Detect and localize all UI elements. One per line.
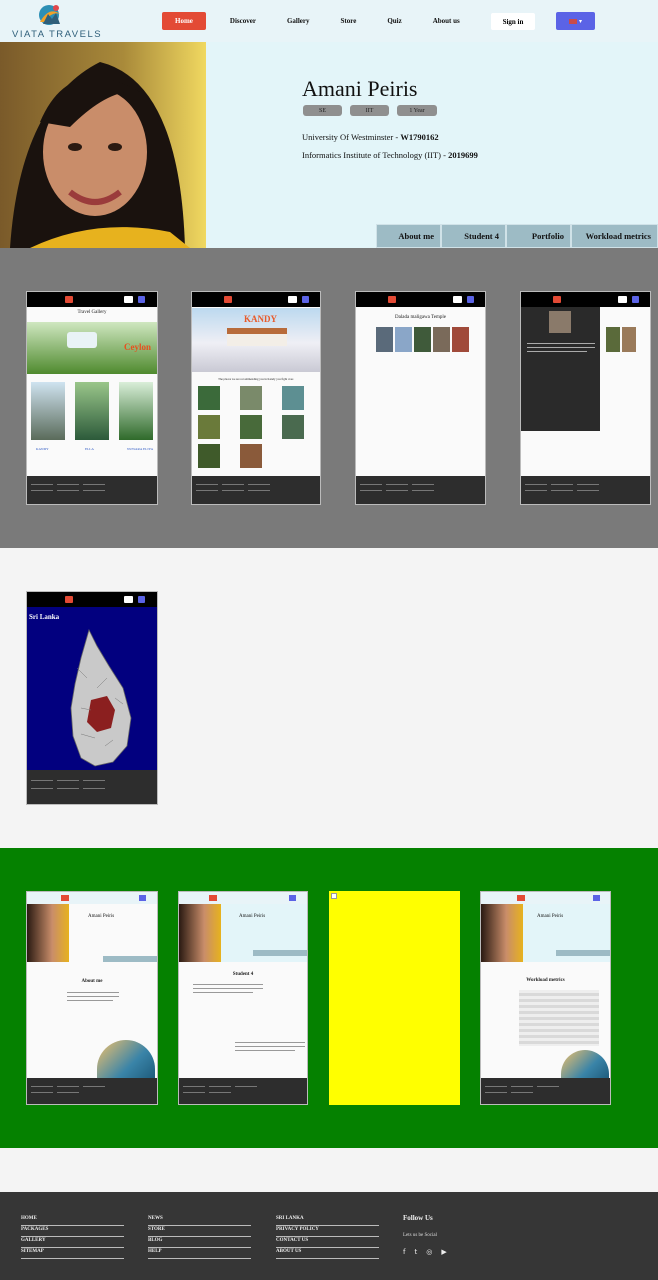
nav-gallery[interactable]: Gallery — [287, 17, 310, 25]
thumb-caption-nuwara: NUWARA ELIYA — [127, 447, 154, 451]
thumbnail-temple[interactable]: Dalada maligawa Temple — [355, 291, 486, 505]
brand-logo[interactable]: VIATA TRAVELS — [6, 2, 101, 40]
footer-link-about[interactable]: ABOUT US — [276, 1248, 379, 1259]
thumb-caption-kandy: KANDY — [36, 447, 49, 451]
thumbnail-about-me[interactable]: Amani Peiris About me — [26, 891, 158, 1105]
youtube-icon[interactable]: ▶ — [441, 1248, 446, 1256]
facebook-icon[interactable]: f — [403, 1248, 405, 1256]
thumbnail-student-4[interactable]: Amani Peiris Student 4 — [178, 891, 308, 1105]
thumbnail-kandy[interactable]: KANDY The places we are recommending you… — [191, 291, 321, 505]
nav-menu: Home Discover Gallery Store Quiz About u… — [162, 12, 491, 30]
thumb-gallery-banner: Ceylon — [27, 322, 157, 374]
university-id: W1790162 — [400, 132, 439, 142]
thumb-metrics-table — [519, 990, 599, 1046]
footer-link-sitemap[interactable]: SITEMAP — [21, 1248, 124, 1259]
footer-link-blog[interactable]: BLOG — [148, 1237, 251, 1248]
university-label: University Of Westminster - — [302, 132, 401, 142]
logo-icon — [39, 5, 60, 25]
thumbnail-travel-gallery[interactable]: Travel Gallery Ceylon KANDY ELLA NUWARA … — [26, 291, 158, 505]
footer-link-store[interactable]: STORE — [148, 1226, 251, 1237]
nav-discover[interactable]: Discover — [230, 17, 256, 25]
footer-link-sri-lanka[interactable]: SRI LANKA — [276, 1215, 379, 1226]
tab-workload-metrics[interactable]: Workload metrics — [571, 224, 658, 248]
nav-about-us[interactable]: About us — [433, 17, 460, 25]
nav-quiz[interactable]: Quiz — [387, 17, 401, 25]
university-line: University Of Westminster - W1790162 — [302, 132, 439, 142]
thumb-about-name: Amani Peiris — [88, 914, 115, 919]
tab-portfolio[interactable]: Portfolio — [506, 224, 571, 248]
thumb-map-title: Sri Lanka — [29, 613, 60, 621]
thumbnail-portfolio-broken[interactable] — [329, 891, 460, 1105]
brand-name: VIATA TRAVELS — [12, 29, 103, 40]
follow-us-text: Lets us be Social — [403, 1233, 438, 1238]
footer-link-gallery[interactable]: GALLERY — [21, 1237, 124, 1248]
broken-image-icon — [331, 893, 337, 899]
footer-link-contact[interactable]: CONTACT US — [276, 1237, 379, 1248]
profile-hero: Amani Peiris SE IIT 1 Year University Of… — [0, 42, 658, 248]
thumbnail-workload-metrics[interactable]: Amani Peiris Workload metrics — [480, 891, 611, 1105]
footer-link-news[interactable]: NEWS — [148, 1215, 251, 1226]
tag-year: 1 Year — [397, 105, 437, 116]
footer-column-1: HOME PACKAGES GALLERY SITEMAP — [21, 1215, 124, 1259]
thumb-kandy-banner: KANDY — [192, 308, 320, 372]
footer-column-3: SRI LANKA PRIVACY POLICY CONTACT US ABOU… — [276, 1215, 379, 1259]
footer-column-2: NEWS STORE BLOG HELP — [148, 1215, 251, 1259]
thumbnail-temple-modal[interactable] — [520, 291, 651, 505]
thumb-gallery-title: Travel Gallery — [77, 310, 107, 315]
tag-iit: IIT — [350, 105, 389, 116]
nav-store[interactable]: Store — [341, 17, 357, 25]
thumb-student-title: Student 4 — [232, 972, 254, 977]
site-footer: HOME PACKAGES GALLERY SITEMAP NEWS STORE… — [0, 1192, 658, 1280]
profile-tags: SE IIT 1 Year — [303, 105, 445, 116]
institute-id: 2019699 — [448, 150, 478, 160]
instagram-icon[interactable]: ◎ — [426, 1248, 432, 1256]
institute-line: Informatics Institute of Technology (IIT… — [302, 150, 478, 160]
thumb-kandy-subtitle: The places we are recommending you in Ka… — [218, 377, 294, 381]
footer-link-home[interactable]: HOME — [21, 1215, 124, 1226]
sign-in-button[interactable]: Sign in — [491, 13, 535, 30]
profile-name: Amani Peiris — [302, 76, 418, 101]
sri-lanka-map — [70, 628, 132, 767]
thumb-modal-overlay — [521, 307, 600, 431]
thumb-about-title: About me — [81, 979, 103, 984]
chevron-down-icon: ▾ — [578, 18, 582, 25]
thumb-temple-title: Dalada maligawa Temple — [395, 315, 446, 320]
profile-photo — [0, 42, 206, 248]
thumb-metrics-title: Workload metrics — [526, 978, 565, 983]
tag-se: SE — [303, 105, 342, 116]
profile-tabs: About me Student 4 Portfolio Workload me… — [376, 224, 658, 248]
top-navbar: VIATA TRAVELS Home Discover Gallery Stor… — [0, 0, 658, 42]
thumb-metrics-name: Amani Peiris — [537, 914, 564, 919]
thumb-gallery-overlay: Ceylon — [124, 342, 151, 352]
language-selector[interactable]: ▾ — [556, 12, 595, 30]
tab-about-me[interactable]: About me — [376, 224, 441, 248]
twitter-icon[interactable]: t — [414, 1248, 417, 1256]
flag-icon — [568, 18, 577, 24]
footer-link-help[interactable]: HELP — [148, 1248, 251, 1259]
social-icons: f t ◎ ▶ — [403, 1248, 456, 1256]
thumb-student-name: Amani Peiris — [239, 914, 266, 919]
follow-us-title: Follow Us — [403, 1214, 433, 1222]
footer-link-privacy[interactable]: PRIVACY POLICY — [276, 1226, 379, 1237]
portfolio-section-green: Amani Peiris About me Amani Peiris Stude… — [0, 848, 658, 1148]
footer-link-packages[interactable]: PACKAGES — [21, 1226, 124, 1237]
portfolio-section-gray: Travel Gallery Ceylon KANDY ELLA NUWARA … — [0, 248, 658, 548]
thumb-kandy-banner-text: KANDY — [244, 314, 277, 324]
institute-label: Informatics Institute of Technology (IIT… — [302, 150, 449, 160]
portfolio-section-light: Sri Lanka — [0, 548, 658, 848]
thumb-caption-ella: ELLA — [85, 447, 94, 451]
thumbnail-map[interactable]: Sri Lanka — [26, 591, 158, 805]
tab-student-4[interactable]: Student 4 — [441, 224, 506, 248]
nav-home[interactable]: Home — [162, 12, 206, 30]
